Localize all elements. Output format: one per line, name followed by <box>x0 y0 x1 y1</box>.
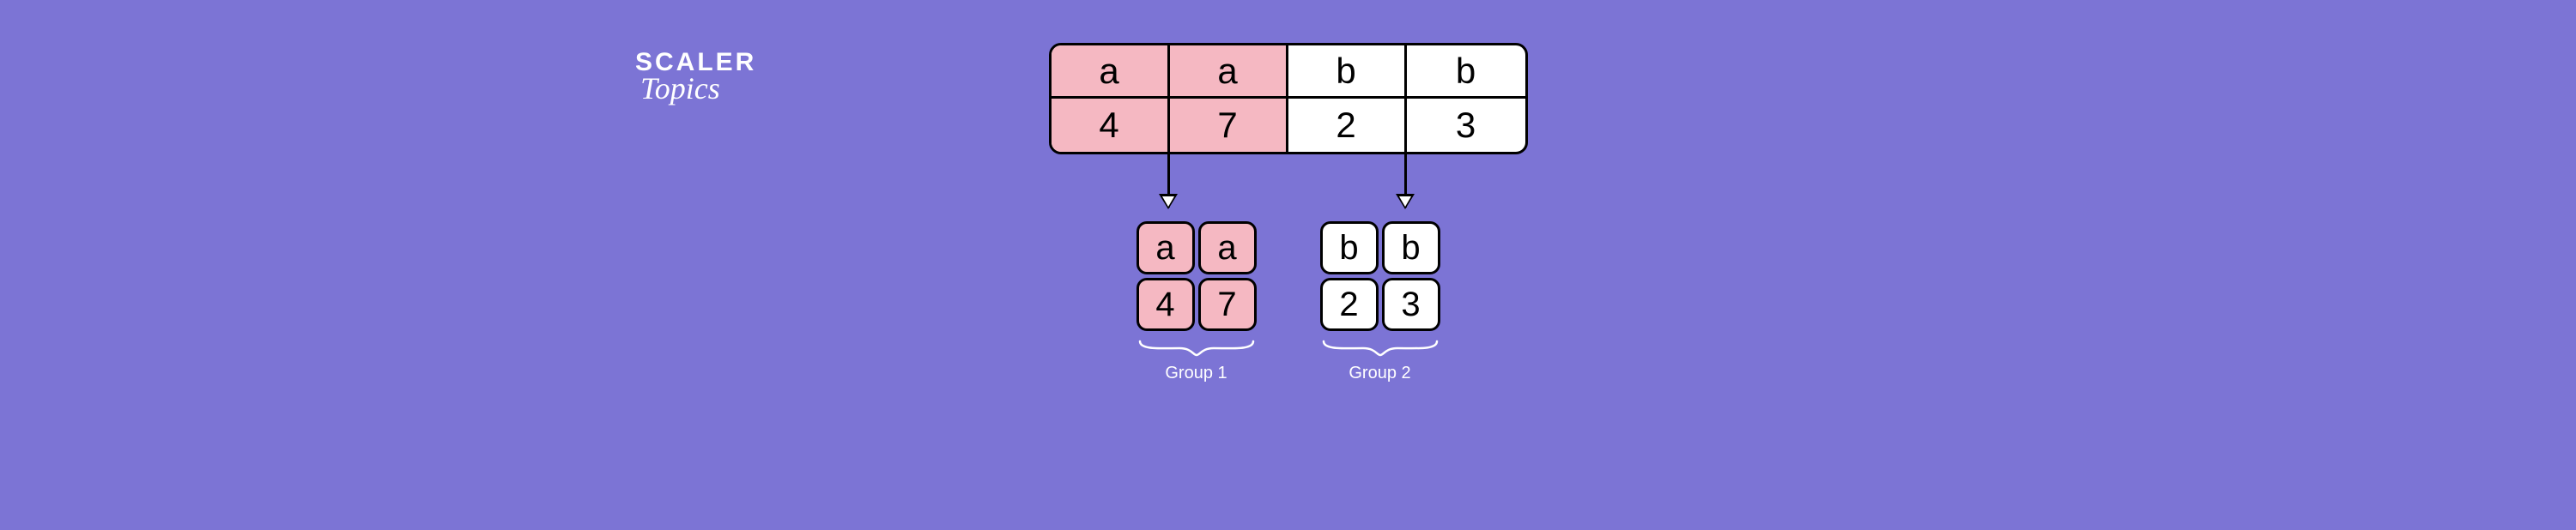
group-2: b b 2 3 Group 2 <box>1320 221 1440 383</box>
group-cell: 2 <box>1320 278 1379 331</box>
table-value-cell: 3 <box>1407 99 1525 152</box>
table-key-cell: b <box>1288 45 1407 99</box>
arrow-down-icon <box>1167 153 1170 208</box>
table-value-cell: 4 <box>1052 99 1170 152</box>
group-table: b b 2 3 <box>1320 221 1440 331</box>
table-value-cell: 7 <box>1170 99 1288 152</box>
group-1: a a 4 7 Group 1 <box>1136 221 1257 383</box>
arrow-down-icon <box>1404 153 1407 208</box>
group-cell: a <box>1198 221 1257 274</box>
source-table: a a b b 4 7 2 3 <box>1049 43 1528 154</box>
group-cell: b <box>1320 221 1379 274</box>
group-label: Group 1 <box>1165 364 1227 383</box>
result-groups: a a 4 7 Group 1 b b 2 3 Group 2 <box>1049 221 1528 383</box>
groupby-diagram: a a b b 4 7 2 3 a a 4 7 Group 1 b <box>1049 43 1528 383</box>
group-label: Group 2 <box>1349 364 1410 383</box>
table-key-cell: b <box>1407 45 1525 99</box>
group-cell: 4 <box>1136 278 1195 331</box>
group-table: a a 4 7 <box>1136 221 1257 331</box>
table-value-cell: 2 <box>1288 99 1407 152</box>
brace-icon <box>1136 340 1257 358</box>
table-key-cell: a <box>1170 45 1288 99</box>
group-cell: 7 <box>1198 278 1257 331</box>
group-cell: 3 <box>1382 278 1440 331</box>
split-arrows <box>1049 154 1528 223</box>
group-cell: b <box>1382 221 1440 274</box>
brace-icon <box>1320 340 1440 358</box>
group-cell: a <box>1136 221 1195 274</box>
brand-logo: SCALER Topics <box>635 48 756 106</box>
table-key-cell: a <box>1052 45 1170 99</box>
